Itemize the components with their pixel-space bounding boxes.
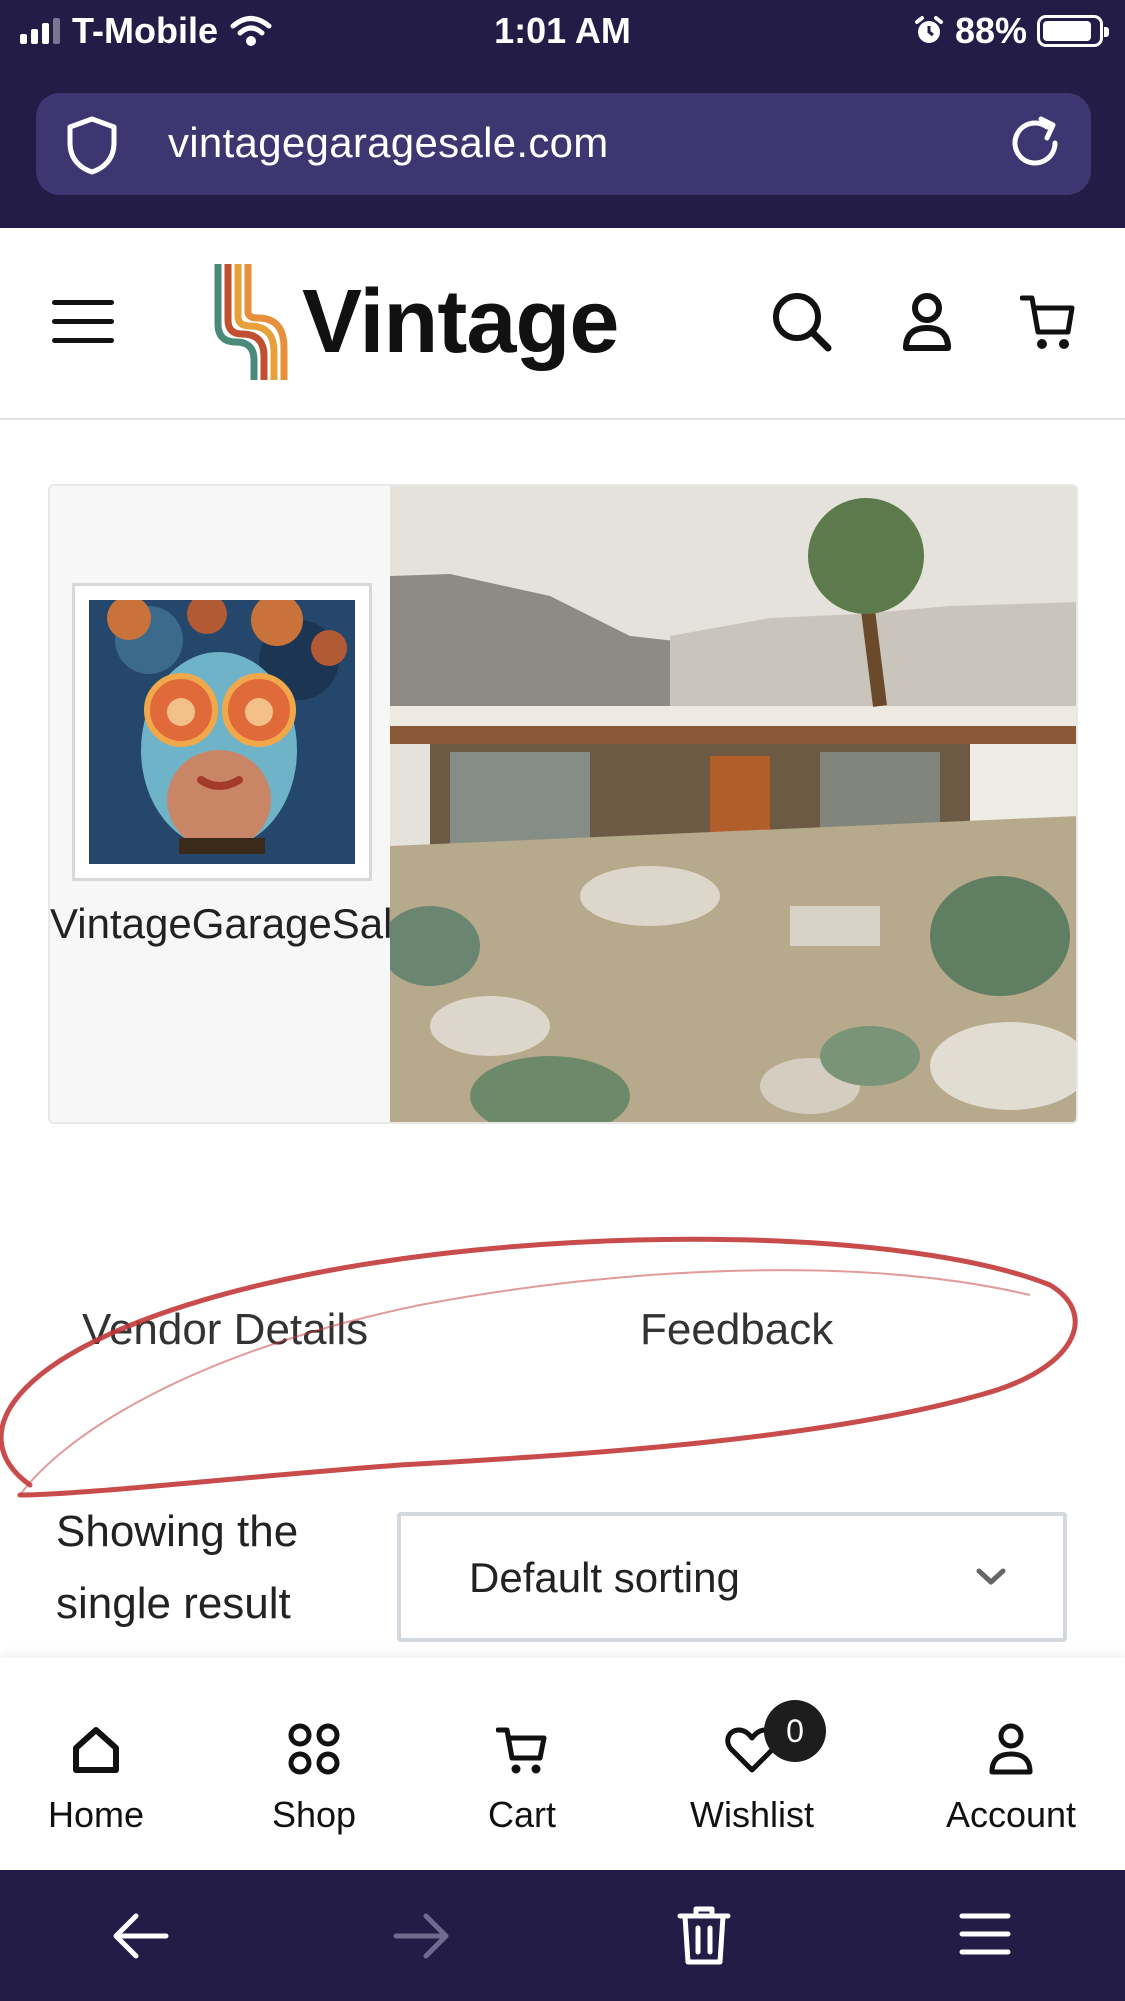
user-icon[interactable] (902, 290, 952, 354)
cart-icon[interactable] (1020, 290, 1076, 354)
search-icon[interactable] (770, 290, 834, 354)
nav-cart[interactable]: Cart (422, 1706, 622, 1836)
result-count: Showing the single result (56, 1507, 299, 1628)
chevron-down-icon (976, 1568, 1006, 1585)
logo-mark-icon (214, 264, 288, 380)
menu-icon[interactable] (52, 300, 114, 346)
nav-shop[interactable]: Shop (214, 1706, 414, 1836)
status-bar: T-Mobile 1:01 AM 88% (0, 0, 1125, 64)
home-icon (73, 1727, 119, 1773)
vendor-name[interactable]: VintageGarageSale (50, 888, 416, 960)
vendor-avatar-image (89, 594, 355, 864)
red-circle-annotation (0, 1236, 1078, 1498)
bottom-nav: Home Shop Cart 0 Wishlist Account (0, 1658, 1125, 1870)
battery-percent: 88% (954, 10, 1027, 51)
site-header: Vintage (0, 228, 1125, 420)
battery-icon (1037, 15, 1109, 47)
browser-chrome: T-Mobile 1:01 AM 88% vintagegaragesale.c… (0, 0, 1125, 228)
url-text[interactable]: vintagegaragesale.com (168, 119, 609, 167)
brand-name: Vintage (302, 271, 619, 372)
cart-icon (496, 1727, 547, 1774)
forward-arrow-icon[interactable] (390, 1908, 454, 1964)
vendor-banner-image (390, 486, 1076, 1122)
reload-icon[interactable] (1003, 111, 1067, 175)
site-logo[interactable]: Vintage (210, 264, 619, 380)
nav-shop-label: Shop (271, 1794, 357, 1835)
nav-account-label: Account (945, 1794, 1077, 1835)
trash-icon[interactable] (676, 1904, 732, 1966)
nav-wishlist[interactable]: 0 Wishlist (652, 1700, 852, 1836)
menu-icon[interactable] (958, 1910, 1012, 1958)
nav-home[interactable]: Home (0, 1706, 196, 1836)
nav-wishlist-label: Wishlist (690, 1794, 814, 1835)
browser-toolbar (0, 1870, 1125, 2001)
nav-account[interactable]: Account (911, 1706, 1111, 1836)
user-icon (989, 1723, 1033, 1775)
sort-selected-value: Default sorting (469, 1554, 740, 1601)
wishlist-count-badge: 0 (764, 1700, 826, 1762)
shield-icon[interactable] (64, 115, 120, 175)
sort-dropdown[interactable]: Default sorting (397, 1512, 1067, 1642)
nav-home-label: Home (47, 1794, 145, 1835)
vendor-avatar[interactable] (72, 583, 372, 881)
nav-cart-label: Cart (487, 1794, 556, 1835)
vendor-banner: VintageGarageSale (48, 484, 1078, 1124)
alarm-icon (914, 16, 943, 43)
shop-icon (288, 1723, 340, 1775)
back-arrow-icon[interactable] (108, 1908, 172, 1964)
url-bar[interactable]: vintagegaragesale.com (36, 93, 1091, 195)
